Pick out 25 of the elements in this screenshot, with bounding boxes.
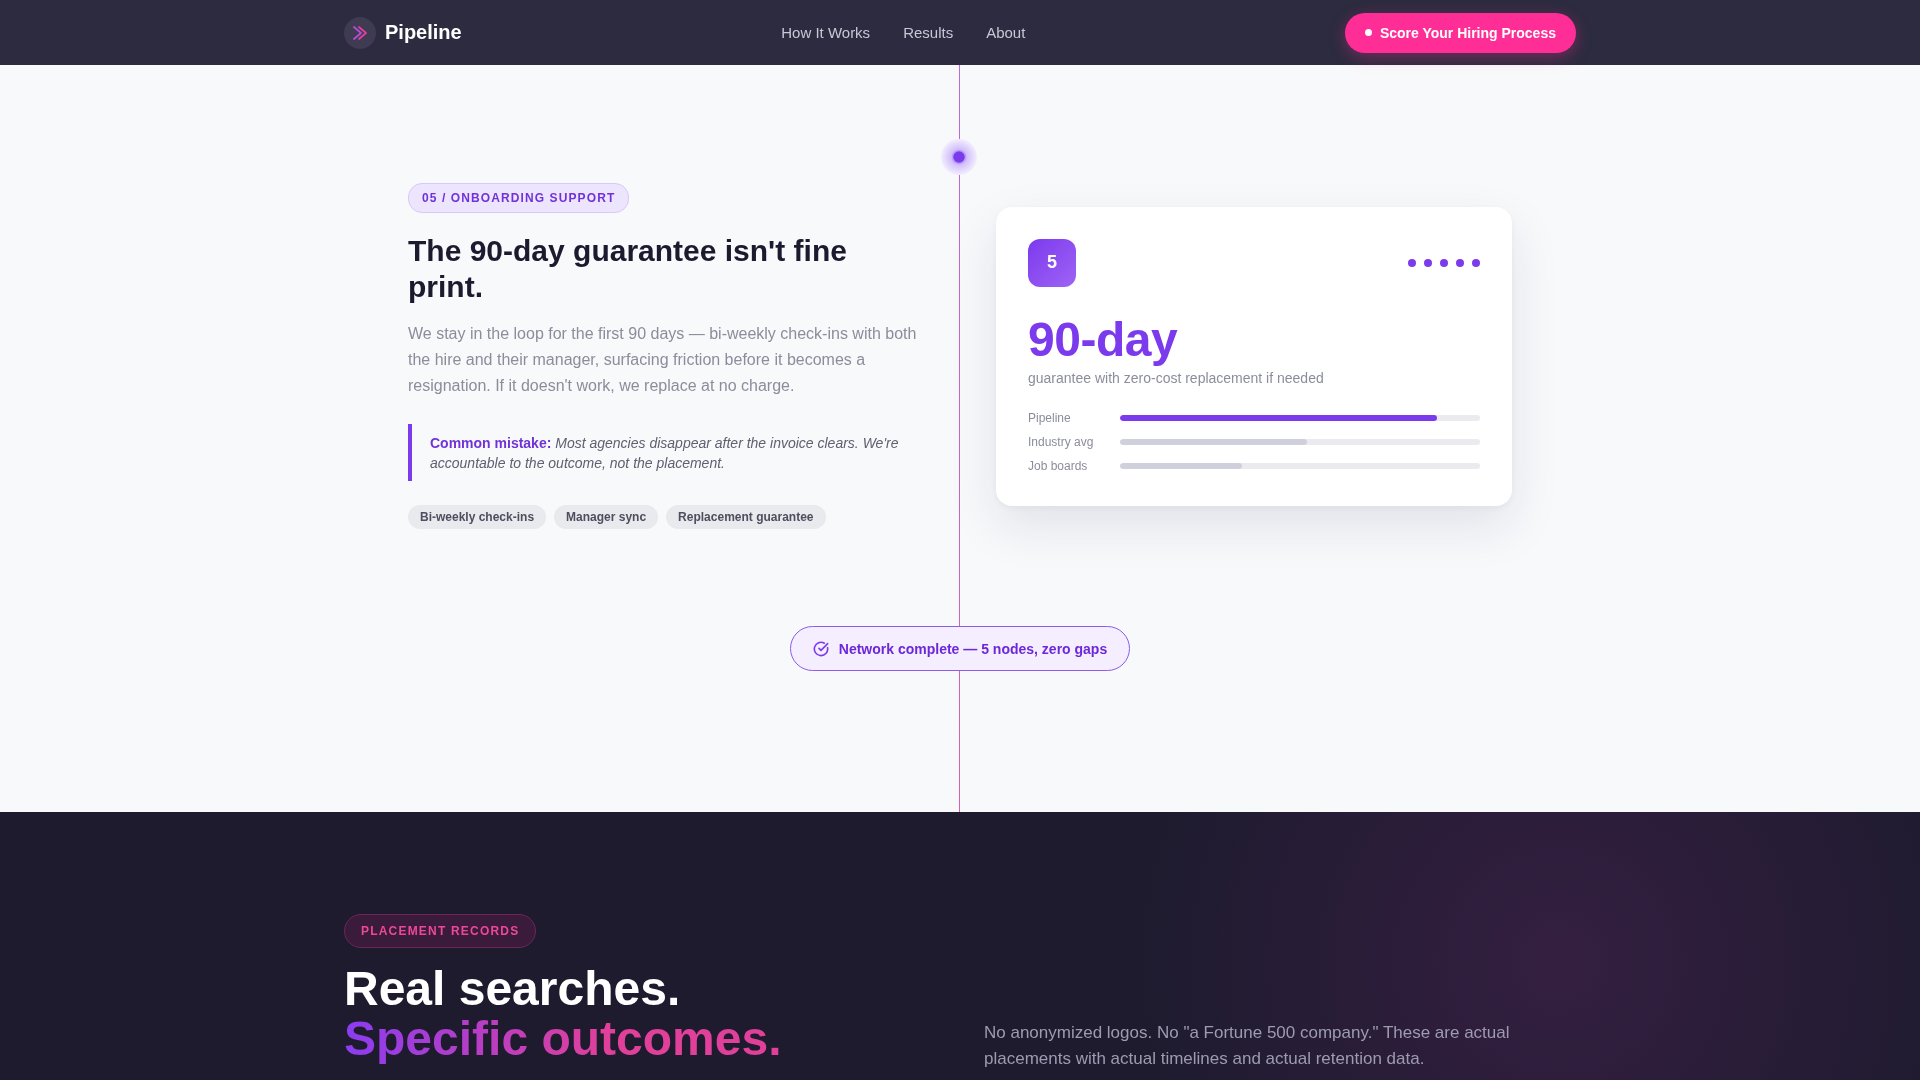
feature-tag: Bi-weekly check-ins xyxy=(408,505,547,529)
dot-icon xyxy=(1364,29,1372,36)
stat-value: 90-day xyxy=(1028,312,1179,367)
feature-tag: Manager sync xyxy=(554,505,659,529)
status-text: Network complete — 5 nodes, zero gaps xyxy=(838,640,1108,657)
brand-name[interactable]: Pipeline xyxy=(385,21,462,44)
nav-link[interactable]: How It Works xyxy=(781,24,871,41)
logo-icon[interactable] xyxy=(344,16,376,49)
callout-note: Common mistake: Most agencies disappear after the invoice clears. We're accountable to the outcome, not the placement. xyxy=(408,424,924,481)
step-number: 5 xyxy=(1028,238,1076,287)
section-eyebrow: 05 / ONBOARDING SUPPORT xyxy=(408,183,630,213)
timeline-node-icon xyxy=(941,139,977,175)
nav-link[interactable]: About xyxy=(986,24,1026,41)
step-title: The 90-day guarantee isn't fine print. xyxy=(408,233,848,305)
bar-label: Industry avg xyxy=(1028,434,1095,450)
feature-tag: Replacement guarantee xyxy=(666,505,826,529)
section-title: Real searches. xyxy=(344,964,681,1014)
stat-caption: guarantee with zero-cost replacement if needed xyxy=(1028,368,1325,387)
bar-label: Pipeline xyxy=(1028,410,1072,426)
check-circle-icon xyxy=(812,640,829,657)
nav-link[interactable]: Results xyxy=(903,24,954,41)
section-description: No anonymized logos. No "a Fortune 500 company." These are actual placements with actual timelines and actual retention data. xyxy=(984,1022,1511,1070)
bar-label: Job boards xyxy=(1028,458,1089,474)
step-description: We stay in the loop for the first 90 days — bi-weekly check-ins with both the hire and their manager, surfacing friction before it becomes a resignation. If it doesn't work, we replace at no charge. xyxy=(408,324,918,396)
section-eyebrow: PLACEMENT RECORDS xyxy=(344,914,537,948)
